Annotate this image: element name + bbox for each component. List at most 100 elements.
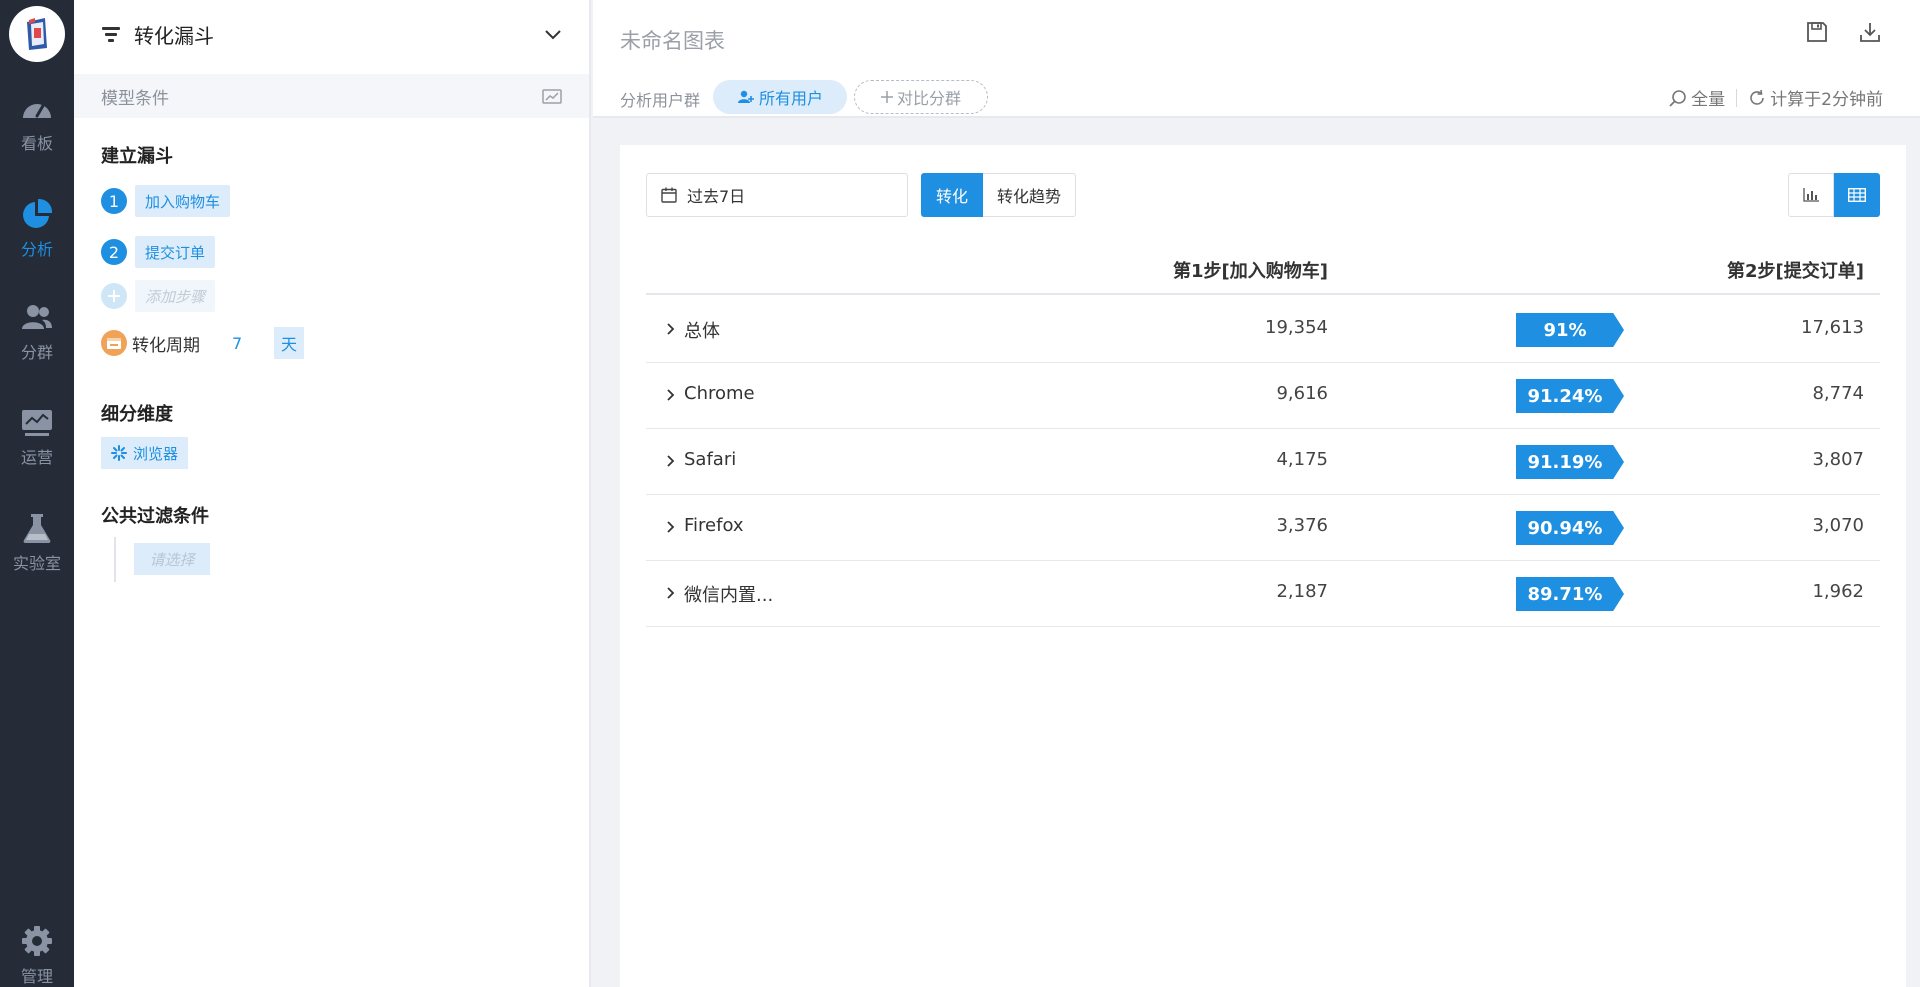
filter-divider: [114, 537, 116, 582]
nav-label-lab: 实验室: [12, 554, 61, 573]
row-step2-count: 17,613: [1801, 317, 1864, 338]
row-name: Chrome: [684, 383, 755, 404]
conversion-period: 转化周期 7 天: [101, 327, 304, 359]
scope-label[interactable]: 全量: [1691, 85, 1725, 110]
row-step1-count: 2,187: [1276, 581, 1328, 602]
chevron-down-icon[interactable]: [543, 24, 563, 44]
table-header: 第1步[加入购物车] 第2步[提交订单]: [646, 249, 1880, 295]
add-step-row[interactable]: 添加步骤: [101, 280, 216, 312]
column-step-2[interactable]: 第2步[提交订单]: [1727, 257, 1864, 283]
step-event-tag[interactable]: 提交订单: [135, 236, 216, 268]
breakdown-tag-label: 浏览器: [133, 444, 179, 463]
table-row[interactable]: 微信内置... 2,187 89.71% 1,962: [646, 561, 1880, 627]
segment-all-users[interactable]: 所有用户: [713, 80, 847, 114]
chart-title[interactable]: 未命名图表: [620, 25, 725, 55]
conversion-rate-badge: 90.94%: [1516, 511, 1624, 545]
flask-icon: [23, 514, 51, 543]
chart-header: 未命名图表 分析用户群 所有用户 对比分群 全量 计算于2分钟前: [593, 0, 1920, 118]
nav-item-admin[interactable]: 管理: [0, 925, 74, 987]
chevron-right-icon[interactable]: [666, 322, 676, 336]
plus-icon[interactable]: [101, 283, 127, 309]
nav-item-operations[interactable]: 运营: [0, 408, 74, 488]
app-logo[interactable]: [9, 6, 65, 62]
header-status: 全量 计算于2分钟前: [1669, 85, 1883, 110]
results-card: 过去7日 转化 转化趋势 第1步[加入购物车] 第2步[提交订单] 总体 19,…: [620, 145, 1906, 987]
tab-conversion[interactable]: 转化: [921, 173, 984, 217]
table-row[interactable]: Firefox 3,376 90.94% 3,070: [646, 495, 1880, 561]
row-step1-count: 4,175: [1276, 449, 1328, 470]
nav-rail: 看板 分析 分群 运营 实验室 管理: [0, 0, 74, 987]
table-icon: [1848, 188, 1866, 202]
pie-chart-icon: [23, 198, 53, 228]
segment-label: 分析用户群: [620, 91, 701, 110]
chevron-right-icon[interactable]: [666, 586, 676, 600]
nav-label-admin: 管理: [20, 967, 53, 986]
funnel-step-1[interactable]: 1 加入购物车: [101, 185, 231, 217]
step-event-tag[interactable]: 加入购物车: [135, 185, 231, 217]
save-icon[interactable]: [1805, 20, 1829, 44]
nav-item-lab[interactable]: 实验室: [0, 512, 74, 592]
nav-label-analysis: 分析: [20, 240, 53, 259]
nav-item-analysis[interactable]: 分析: [0, 198, 74, 278]
refresh-icon[interactable]: [1748, 89, 1766, 107]
dashboard-gauge-icon: [23, 102, 51, 118]
table-row[interactable]: Chrome 9,616 91.24% 8,774: [646, 363, 1880, 429]
model-conditions-label: 模型条件: [101, 88, 169, 109]
panel-title: 转化漏斗: [134, 23, 214, 48]
compare-segment-label: 对比分群: [896, 89, 961, 108]
date-range-label: 过去7日: [687, 187, 746, 206]
period-unit-select[interactable]: 天: [274, 327, 304, 359]
nav-item-segments[interactable]: 分群: [0, 303, 74, 383]
chevron-right-icon[interactable]: [666, 454, 676, 468]
nav-label-operations: 运营: [20, 448, 53, 467]
computed-time: 计算于2分钟前: [1770, 90, 1883, 110]
table-view-button[interactable]: [1834, 173, 1880, 217]
chart-edit-icon[interactable]: [542, 87, 562, 105]
search-icon[interactable]: [1669, 89, 1687, 107]
column-step-1[interactable]: 第1步[加入购物车]: [1173, 257, 1328, 283]
model-conditions-bar[interactable]: 模型条件: [74, 74, 589, 118]
breakdown-tag[interactable]: 浏览器: [101, 437, 189, 469]
funnel-step-2[interactable]: 2 提交订单: [101, 236, 216, 268]
bar-chart-icon: [1803, 188, 1819, 202]
monitor-chart-icon: [22, 410, 52, 436]
bar-chart-view-button[interactable]: [1788, 173, 1834, 217]
config-panel: 转化漏斗 模型条件 建立漏斗 1 加入购物车 2 提交订单 添加步骤 转化周期 …: [74, 0, 591, 987]
nav-label-segments: 分群: [20, 343, 53, 362]
conversion-rate-badge: 91.19%: [1516, 445, 1624, 479]
user-group-icon: [737, 90, 754, 103]
logo-icon: [27, 18, 47, 50]
tab-conversion-trend[interactable]: 转化趋势: [983, 173, 1077, 217]
filter-select[interactable]: 请选择: [134, 543, 210, 575]
period-label: 转化周期: [132, 335, 200, 356]
breakdown-title: 细分维度: [101, 404, 173, 425]
plus-icon: [880, 91, 893, 103]
row-step1-count: 3,376: [1276, 515, 1328, 536]
nav-item-dashboard[interactable]: 看板: [0, 94, 74, 174]
table-row[interactable]: 总体 19,354 91% 17,613: [646, 297, 1880, 363]
add-step-placeholder[interactable]: 添加步骤: [135, 280, 216, 312]
conversion-rate-badge: 91%: [1516, 313, 1624, 347]
row-step2-count: 3,070: [1812, 515, 1864, 536]
table-row[interactable]: Safari 4,175 91.19% 3,807: [646, 429, 1880, 495]
calendar-icon: [101, 330, 127, 356]
period-value-input[interactable]: 7: [232, 334, 262, 353]
divider: [1736, 88, 1738, 107]
build-funnel-title: 建立漏斗: [101, 146, 173, 167]
download-icon[interactable]: [1858, 20, 1882, 44]
row-name: 总体: [684, 321, 720, 342]
segment-all-label: 所有用户: [758, 89, 823, 108]
compare-segment-button[interactable]: 对比分群: [854, 80, 988, 114]
chevron-right-icon[interactable]: [666, 388, 676, 402]
row-name: 微信内置...: [684, 585, 774, 606]
row-step2-count: 1,962: [1812, 581, 1864, 602]
conversion-rate-badge: 89.71%: [1516, 577, 1624, 611]
step-number: 2: [101, 239, 127, 265]
chevron-right-icon[interactable]: [666, 520, 676, 534]
panel-header[interactable]: 转化漏斗: [74, 0, 589, 68]
row-step2-count: 8,774: [1812, 383, 1864, 404]
nav-label-dashboard: 看板: [20, 134, 53, 153]
date-range-picker[interactable]: 过去7日: [646, 173, 908, 217]
view-tabs: 转化 转化趋势: [921, 173, 1077, 217]
users-icon: [22, 305, 52, 329]
